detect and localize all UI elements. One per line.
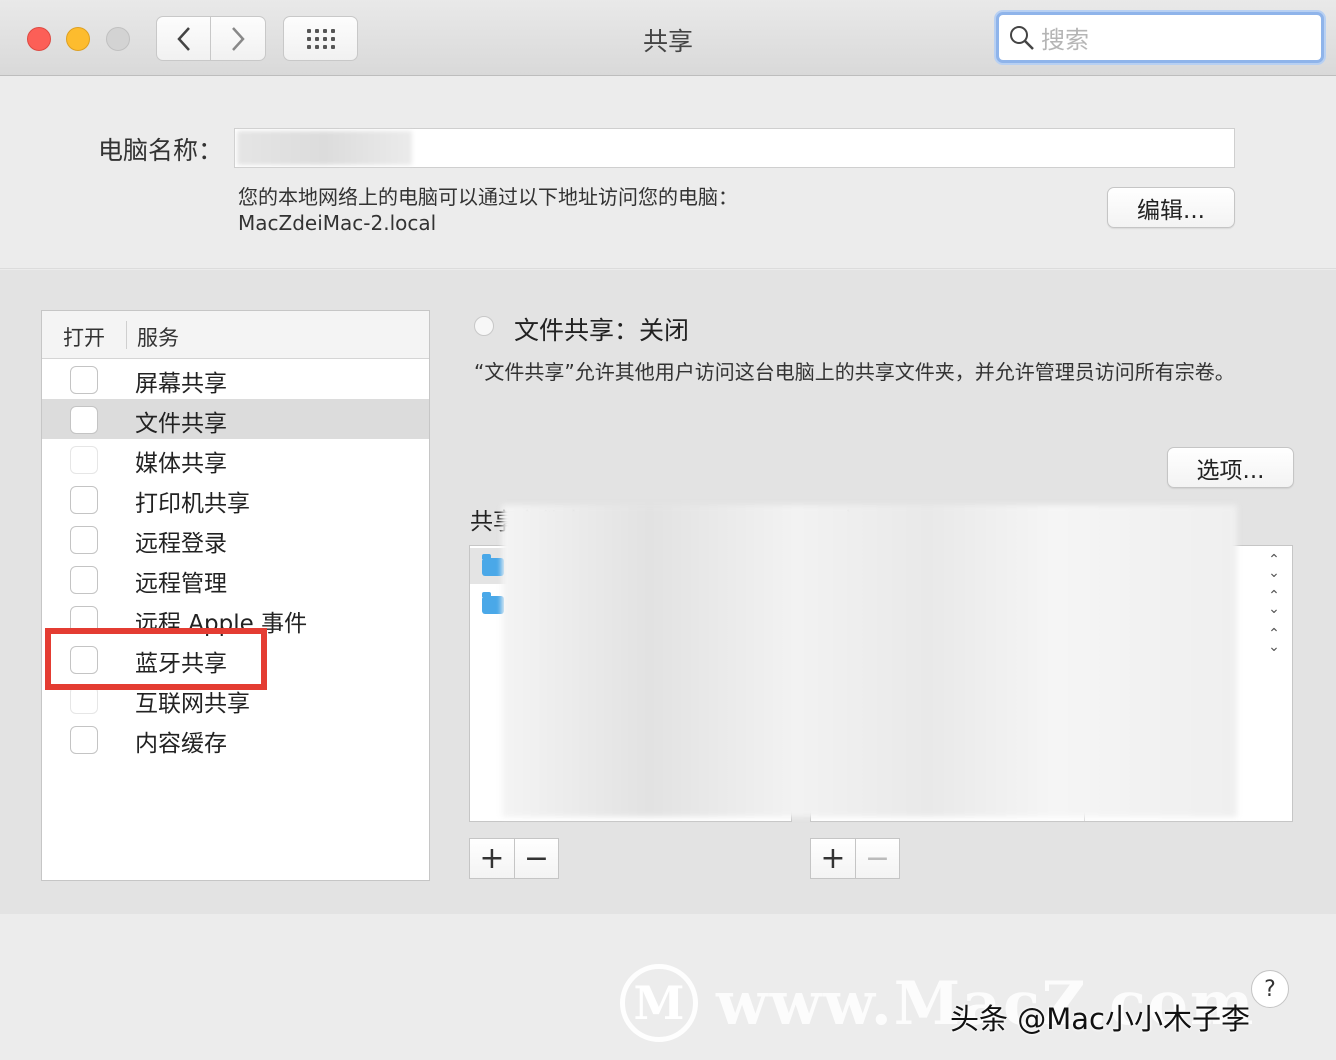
service-checkbox[interactable] xyxy=(70,726,98,754)
computer-name-input[interactable] xyxy=(234,128,1235,168)
service-label: 远程管理 xyxy=(135,571,227,597)
service-checkbox[interactable] xyxy=(70,686,98,714)
remove-folder-button[interactable]: − xyxy=(514,839,558,878)
service-row-screen-sharing[interactable]: 屏幕共享 xyxy=(42,359,429,399)
service-checkbox[interactable] xyxy=(70,366,98,394)
remove-user-button[interactable]: − xyxy=(855,839,899,878)
redacted-content xyxy=(502,505,1237,817)
service-row-media-sharing[interactable]: 媒体共享 xyxy=(42,439,429,479)
permission-stepper-icon[interactable]: ⌃ ⌄ xyxy=(1266,627,1282,656)
service-label: 媒体共享 xyxy=(135,451,227,477)
chevron-right-icon xyxy=(232,26,245,51)
service-checkbox[interactable] xyxy=(70,486,98,514)
redacted-name xyxy=(237,131,412,165)
service-label: 屏幕共享 xyxy=(135,371,227,397)
back-button[interactable] xyxy=(156,16,211,61)
highlight-annotation xyxy=(45,628,267,690)
service-checkbox[interactable] xyxy=(70,446,98,474)
service-checkbox[interactable] xyxy=(70,406,98,434)
computer-name-label: 电脑名称： xyxy=(98,136,224,165)
service-row-remote-management[interactable]: 远程管理 xyxy=(42,559,429,599)
header-divider xyxy=(126,321,127,349)
chevron-left-icon xyxy=(176,26,190,51)
folder-add-remove-control: + − xyxy=(469,838,559,879)
service-label: 远程登录 xyxy=(135,531,227,557)
zoom-button[interactable] xyxy=(106,27,130,51)
folder-icon xyxy=(482,554,504,576)
service-label: 文件共享 xyxy=(135,411,227,437)
search-placeholder: 搜索 xyxy=(1041,26,1089,54)
search-field[interactable]: 搜索 xyxy=(996,12,1324,63)
service-label: 打印机共享 xyxy=(135,491,250,517)
search-icon xyxy=(1010,25,1034,50)
show-all-button[interactable] xyxy=(283,16,358,61)
options-button[interactable]: 选项... xyxy=(1167,447,1294,488)
title-bar: 共享 搜索 xyxy=(0,0,1336,76)
forward-button[interactable] xyxy=(211,16,266,61)
permission-stepper-icon[interactable]: ⌃ ⌄ xyxy=(1266,553,1282,582)
service-row-printer-sharing[interactable]: 打印机共享 xyxy=(42,479,429,519)
minimize-button[interactable] xyxy=(66,27,90,51)
file-sharing-status: 文件共享：关闭 xyxy=(514,316,690,345)
grid-icon xyxy=(306,28,335,49)
add-user-button[interactable]: + xyxy=(811,839,855,878)
main-section: 打开 服务 屏幕共享 文件共享 媒体共享 打印机共享 远程登录 远程管理 远程 … xyxy=(0,270,1336,914)
service-checkbox[interactable] xyxy=(70,526,98,554)
service-label: 内容缓存 xyxy=(135,731,227,757)
address-description: 您的本地网络上的电脑可以通过以下地址访问您的电脑： xyxy=(238,185,738,209)
header-service[interactable]: 服务 xyxy=(137,322,179,352)
close-button[interactable] xyxy=(27,27,51,51)
folder-icon xyxy=(482,592,504,614)
watermark-user: 头条 @Mac小小木子李 xyxy=(950,1002,1250,1036)
edit-button[interactable]: 编辑... xyxy=(1107,187,1235,228)
computer-name-section: 电脑名称： 您的本地网络上的电脑可以通过以下地址访问您的电脑： MacZdeiM… xyxy=(0,77,1336,269)
user-add-remove-control: + − xyxy=(810,838,900,879)
hostname: MacZdeiMac-2.local xyxy=(238,211,437,235)
service-row-file-sharing[interactable]: 文件共享 xyxy=(42,399,429,439)
bottom-bar: M www.MacZ.com ? 头条 @Mac小小木子李 xyxy=(0,914,1336,1060)
file-sharing-status-indicator xyxy=(474,316,494,336)
help-button[interactable]: ? xyxy=(1251,970,1289,1008)
service-list-header: 打开 服务 xyxy=(42,311,429,359)
header-open[interactable]: 打开 xyxy=(63,322,105,352)
add-folder-button[interactable]: + xyxy=(470,839,514,878)
service-checkbox[interactable] xyxy=(70,566,98,594)
service-list: 打开 服务 屏幕共享 文件共享 媒体共享 打印机共享 远程登录 远程管理 远程 … xyxy=(41,310,430,881)
watermark-logo: M xyxy=(620,964,698,1042)
service-row-content-caching[interactable]: 内容缓存 xyxy=(42,719,429,759)
permission-stepper-icon[interactable]: ⌃ ⌄ xyxy=(1266,589,1282,618)
window-title: 共享 xyxy=(642,27,693,56)
file-sharing-description: “文件共享”允许其他用户访问这台电脑上的共享文件夹，并允许管理员访问所有宗卷。 xyxy=(474,360,1235,384)
service-row-remote-login[interactable]: 远程登录 xyxy=(42,519,429,559)
